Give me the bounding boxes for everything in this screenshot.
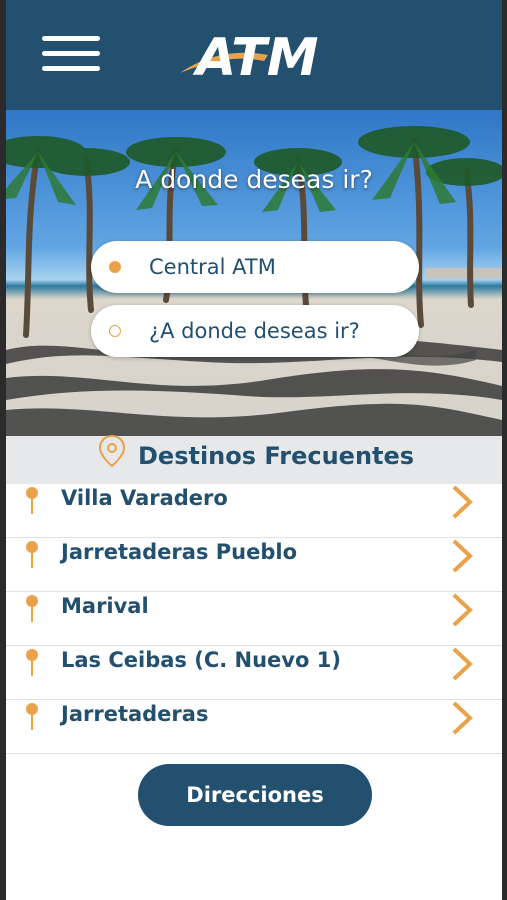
app-screen: ATM A donde deseas ir? Central ATM ¿A do… [6,0,502,900]
origin-dot-icon [109,261,121,273]
frequent-destinations-header: Destinos Frecuentes [6,434,502,484]
destination-name: Marival [61,594,149,618]
atm-logo: ATM [180,28,318,87]
directions-button[interactable]: Direcciones [138,764,372,826]
list-item[interactable]: Marival [6,592,502,646]
hero-banner: A donde deseas ir? Central ATM ¿A donde … [6,110,502,436]
map-pin-icon [26,487,38,514]
destination-name: Jarretaderas [61,702,209,726]
map-pin-icon [26,595,38,622]
frequent-destinations-list: Villa Varadero Jarretaderas Pueblo Mariv… [6,484,502,754]
location-pin-icon [98,434,126,468]
list-item[interactable]: Las Ceibas (C. Nuevo 1) [6,646,502,700]
list-item[interactable]: Villa Varadero [6,484,502,538]
destination-placeholder: ¿A donde deseas ir? [149,319,360,343]
destination-name: Las Ceibas (C. Nuevo 1) [61,648,341,672]
destination-field[interactable]: ¿A donde deseas ir? [91,305,419,357]
svg-text:ATM: ATM [192,28,318,87]
chevron-right-icon [452,539,473,573]
origin-value: Central ATM [149,255,276,279]
list-item[interactable]: Jarretaderas Pueblo [6,538,502,592]
hero-title: A donde deseas ir? [135,165,373,194]
destination-name: Jarretaderas Pueblo [61,540,298,564]
chevron-right-icon [452,593,473,627]
chevron-right-icon [452,647,473,681]
destination-name: Villa Varadero [61,486,228,510]
hamburger-menu-icon[interactable] [42,36,100,74]
origin-field[interactable]: Central ATM [91,241,419,293]
map-pin-icon [26,703,38,730]
chevron-right-icon [452,485,473,519]
map-pin-icon [26,541,38,568]
map-pin-icon [26,649,38,676]
destination-dot-icon [109,325,121,337]
list-item[interactable]: Jarretaderas [6,700,502,754]
chevron-right-icon [452,701,473,735]
top-bar: ATM [6,0,502,110]
frequent-destinations-title: Destinos Frecuentes [138,442,415,470]
